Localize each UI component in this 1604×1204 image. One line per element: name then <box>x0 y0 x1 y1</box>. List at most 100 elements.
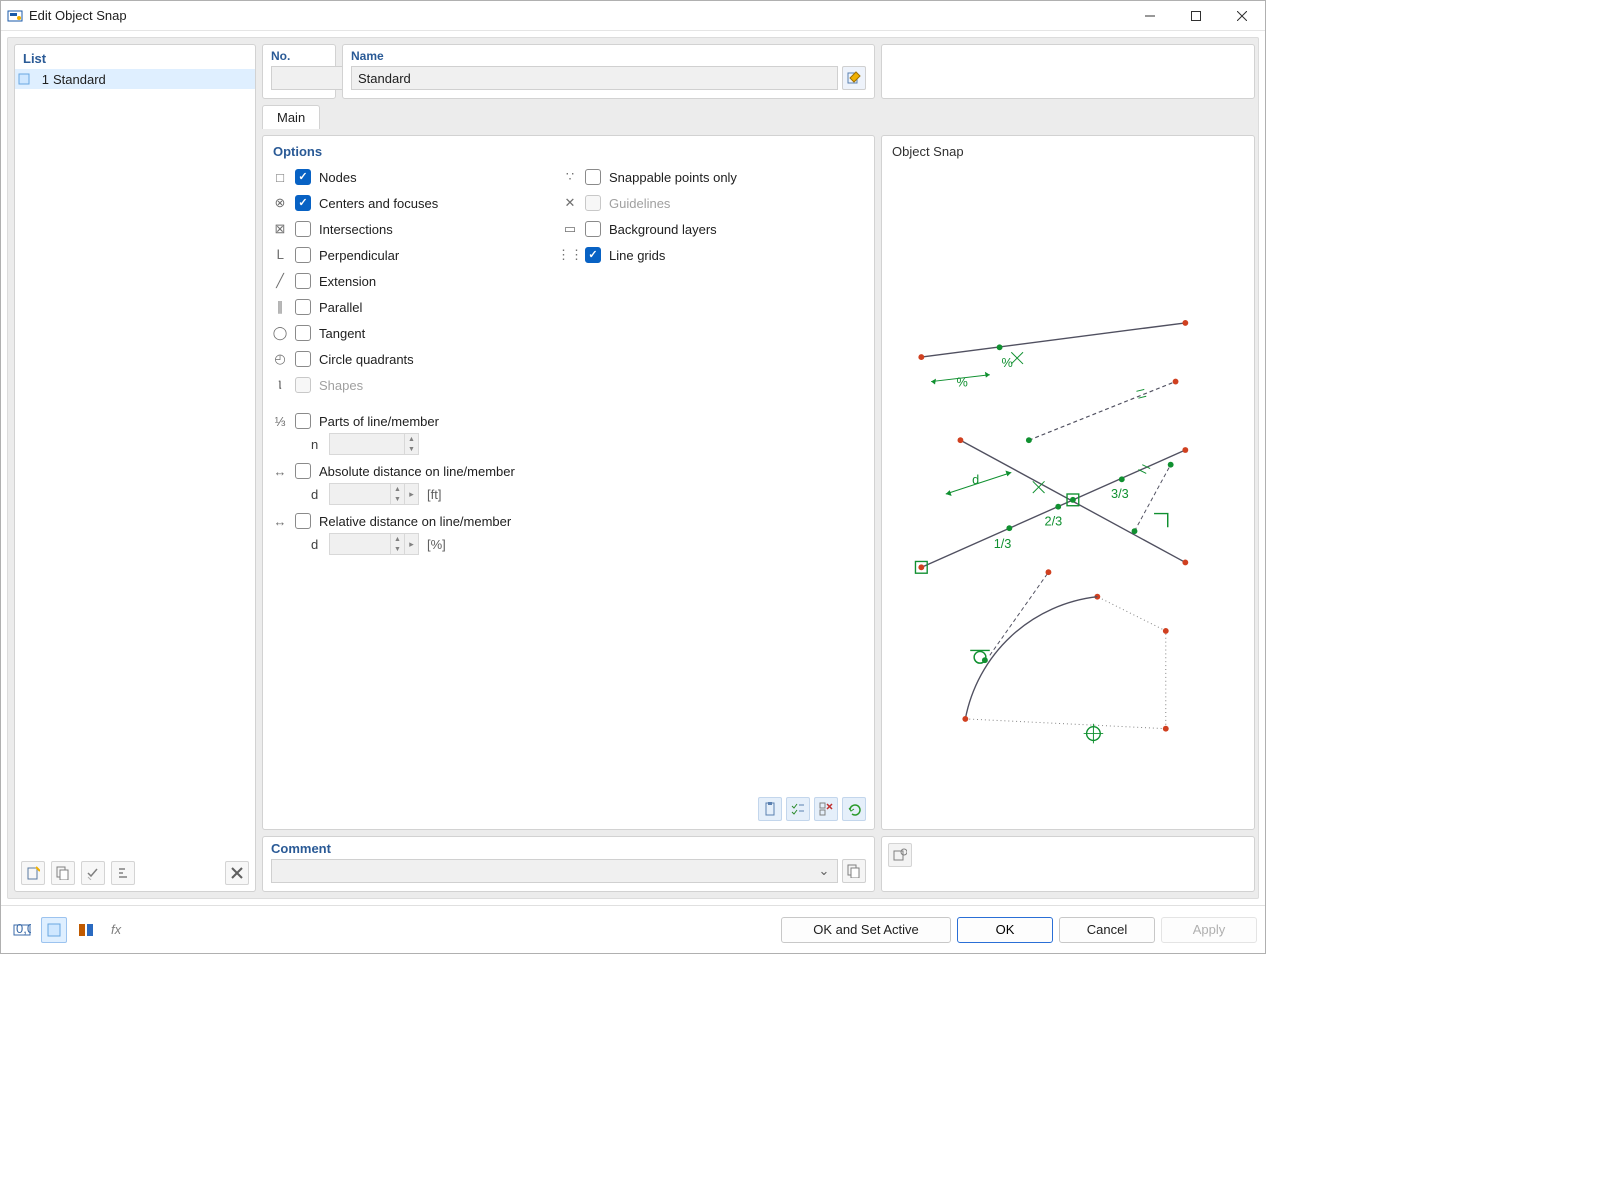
rename-button[interactable] <box>842 66 866 90</box>
option-perpendicular: ᒪPerpendicular <box>273 245 533 265</box>
comment-library-button[interactable] <box>842 859 866 883</box>
parts-icon: ⅓ <box>273 414 287 428</box>
list-toolbar <box>21 861 249 885</box>
name-input[interactable] <box>351 66 838 90</box>
centers-checkbox[interactable] <box>295 195 311 211</box>
rel-input-row: d ▲▼▸ [%] <box>311 533 864 555</box>
svg-text:1/3: 1/3 <box>994 536 1012 551</box>
preview-settings-button[interactable] <box>888 843 912 867</box>
snap-preview-box: Object Snap % <box>881 135 1255 830</box>
new-button[interactable] <box>21 861 45 885</box>
svg-text:2/3: 2/3 <box>1045 513 1063 528</box>
intersections-icon: ⊠ <box>273 222 287 236</box>
svg-text:0,00: 0,00 <box>16 922 31 936</box>
option-shapes: ⲒShapes <box>273 375 533 395</box>
select-all-button[interactable] <box>786 797 810 821</box>
abs-checkbox[interactable] <box>295 463 311 479</box>
copy-button[interactable] <box>51 861 75 885</box>
list-item-icon <box>15 73 33 85</box>
reset-button[interactable] <box>842 797 866 821</box>
circle-quadrants-checkbox[interactable] <box>295 351 311 367</box>
delete-button[interactable] <box>225 861 249 885</box>
snappable-only-icon: ∵ <box>563 170 577 184</box>
nodes-checkbox[interactable] <box>295 169 311 185</box>
parallel-checkbox[interactable] <box>295 299 311 315</box>
options-col-right: ∵Snappable points only✕Guidelines▭Backgr… <box>563 167 823 395</box>
close-button[interactable] <box>1219 1 1265 31</box>
background-layers-checkbox[interactable] <box>585 221 601 237</box>
display-1-button[interactable] <box>41 917 67 943</box>
option-intersections: ⊠ Intersections <box>273 219 533 239</box>
abs-input-row: d ▲▼▸ [ft] <box>311 483 864 505</box>
option-line-grids: ⋮⋮Line grids <box>563 245 823 265</box>
abs-input[interactable]: ▲▼▸ <box>329 483 419 505</box>
option-columns: □Nodes⊗Centers and focuses⊠Intersections… <box>273 167 864 395</box>
svg-text:%: % <box>1002 355 1013 370</box>
perpendicular-checkbox[interactable] <box>295 247 311 263</box>
option-parts: ⅓ Parts of line/member <box>273 411 864 431</box>
fx-button[interactable]: fx <box>105 917 131 943</box>
svg-text:d: d <box>972 472 979 487</box>
intersections-label: Intersections <box>319 222 533 237</box>
option-tangent: ◯Tangent <box>273 323 533 343</box>
option-snappable-only: ∵Snappable points only <box>563 167 823 187</box>
check-all-button[interactable] <box>81 861 105 885</box>
svg-text:%: % <box>957 374 968 389</box>
app-icon <box>7 8 23 24</box>
window: Edit Object Snap List 1 Standard <box>0 0 1266 954</box>
display-2-button[interactable] <box>73 917 99 943</box>
clipboard-button[interactable] <box>758 797 782 821</box>
svg-text:3/3: 3/3 <box>1111 486 1129 501</box>
header-spacer <box>881 44 1255 99</box>
name-field-box: Name <box>342 44 875 99</box>
cancel-button[interactable]: Cancel <box>1059 917 1155 943</box>
window-title: Edit Object Snap <box>29 8 1127 23</box>
options-title: Options <box>273 142 864 167</box>
rel-icon: ↔ <box>273 514 287 528</box>
abs-icon: ↔ <box>273 464 287 478</box>
parts-input[interactable]: ▲▼ <box>329 433 419 455</box>
perpendicular-label: Perpendicular <box>319 248 533 263</box>
parts-var: n <box>311 437 321 452</box>
maximize-button[interactable] <box>1173 1 1219 31</box>
units-button[interactable]: 0,00 <box>9 917 35 943</box>
snappable-only-checkbox[interactable] <box>585 169 601 185</box>
extension-checkbox[interactable] <box>295 273 311 289</box>
intersections-checkbox[interactable] <box>295 221 311 237</box>
no-field-box: No. <box>262 44 336 99</box>
header-fields: No. Name <box>262 44 1255 99</box>
clear-all-button[interactable] <box>814 797 838 821</box>
parts-checkbox[interactable] <box>295 413 311 429</box>
main-area: Options □Nodes⊗Centers and focuses⊠Inter… <box>262 135 1255 830</box>
comment-input[interactable]: ⌄ <box>271 859 838 883</box>
guidelines-label: Guidelines <box>609 196 823 211</box>
tab-main[interactable]: Main <box>262 105 320 129</box>
parallel-label: Parallel <box>319 300 533 315</box>
list-item[interactable]: 1 Standard <box>15 69 255 89</box>
centers-icon: ⊗ <box>273 196 287 210</box>
ok-set-active-button[interactable]: OK and Set Active <box>781 917 951 943</box>
comment-box: Comment ⌄ <box>262 836 875 892</box>
ok-button[interactable]: OK <box>957 917 1053 943</box>
minimize-button[interactable] <box>1127 1 1173 31</box>
guidelines-checkbox <box>585 195 601 211</box>
svg-text:fx: fx <box>111 922 122 937</box>
tangent-checkbox[interactable] <box>295 325 311 341</box>
snap-preview: % % <box>892 165 1244 823</box>
circle-quadrants-icon: ◴ <box>273 352 287 366</box>
shapes-checkbox <box>295 377 311 393</box>
abs-label: Absolute distance on line/member <box>319 464 864 479</box>
extension-label: Extension <box>319 274 533 289</box>
sort-button[interactable] <box>111 861 135 885</box>
line-grids-checkbox[interactable] <box>585 247 601 263</box>
rel-checkbox[interactable] <box>295 513 311 529</box>
list-pane: List 1 Standard <box>14 44 256 892</box>
tangent-icon: ◯ <box>273 326 287 340</box>
comment-row: Comment ⌄ <box>262 836 1255 892</box>
apply-button[interactable]: Apply <box>1161 917 1257 943</box>
rel-input[interactable]: ▲▼▸ <box>329 533 419 555</box>
parts-input-row: n ▲▼ <box>311 433 864 455</box>
nodes-icon: □ <box>273 170 287 184</box>
nodes-label: Nodes <box>319 170 533 185</box>
circle-quadrants-label: Circle quadrants <box>319 352 533 367</box>
